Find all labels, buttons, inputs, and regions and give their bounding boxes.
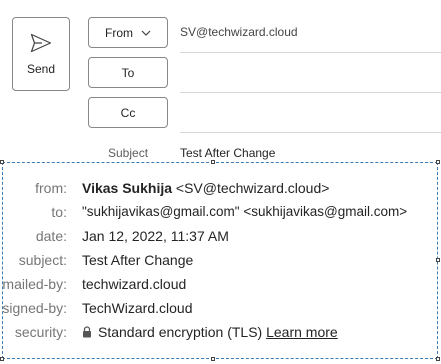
- cc-button-label: Cc: [120, 105, 136, 120]
- detail-row-date: date: Jan 12, 2022, 11:37 AM: [0, 226, 441, 250]
- cc-field[interactable]: [180, 132, 441, 133]
- detail-row-subject: subject: Test After Change: [0, 250, 441, 274]
- to-field[interactable]: [180, 92, 441, 93]
- resize-handle[interactable]: [0, 357, 4, 361]
- detail-label: date:: [35, 228, 67, 244]
- resize-handle[interactable]: [211, 357, 215, 361]
- subject-label: Subject: [108, 146, 149, 160]
- detail-label: to:: [51, 204, 67, 220]
- to-button[interactable]: To: [88, 57, 168, 88]
- lock-icon: [83, 326, 91, 338]
- from-address: SV@techwizard.cloud: [180, 25, 298, 39]
- detail-value: Vikas Sukhija <SV@techwizard.cloud>: [82, 178, 329, 198]
- cc-button[interactable]: Cc: [88, 97, 168, 128]
- from-button-label: From: [105, 25, 133, 40]
- detail-label: subject:: [18, 252, 67, 268]
- encryption-text: Standard encryption (TLS): [98, 324, 263, 340]
- detail-row-from: from: Vikas Sukhija <SV@techwizard.cloud…: [0, 178, 441, 202]
- detail-value: TechWizard.cloud: [82, 300, 193, 316]
- send-icon: [30, 33, 52, 53]
- subject-input[interactable]: Test After Change: [180, 146, 275, 160]
- resize-handle[interactable]: [436, 357, 440, 361]
- detail-value: techwizard.cloud: [82, 276, 187, 292]
- detail-value: "sukhijavikas@gmail.com" <sukhijavikas@g…: [82, 204, 408, 219]
- resize-handle[interactable]: [0, 160, 4, 164]
- detail-label: signed-by:: [2, 300, 67, 316]
- detail-value: Standard encryption (TLS) Learn more: [82, 322, 338, 342]
- chevron-down-icon: [141, 30, 151, 36]
- detail-value: Test After Change: [82, 252, 194, 268]
- sender-name: Vikas Sukhija: [82, 180, 173, 196]
- learn-more-link[interactable]: Learn more: [266, 324, 338, 340]
- sender-address: <SV@techwizard.cloud>: [175, 180, 330, 196]
- detail-row-mailed-by: mailed-by: techwizard.cloud: [0, 274, 441, 298]
- send-label: Send: [26, 62, 56, 76]
- resize-handle[interactable]: [436, 160, 440, 164]
- detail-row-to: to: "sukhijavikas@gmail.com" <sukhijavik…: [0, 202, 441, 226]
- detail-label: security:: [14, 324, 67, 340]
- detail-label: mailed-by:: [2, 276, 67, 292]
- from-button[interactable]: From: [88, 17, 168, 48]
- to-button-label: To: [121, 65, 135, 80]
- detail-row-signed-by: signed-by: TechWizard.cloud: [0, 298, 441, 322]
- detail-label: from:: [35, 180, 67, 196]
- send-button[interactable]: Send: [12, 17, 70, 91]
- from-divider: [180, 52, 441, 53]
- detail-row-security: security: Standard encryption (TLS) Lear…: [0, 322, 441, 346]
- resize-handle[interactable]: [211, 160, 215, 164]
- detail-value: Jan 12, 2022, 11:37 AM: [82, 228, 229, 244]
- message-details: from: Vikas Sukhija <SV@techwizard.cloud…: [0, 178, 441, 346]
